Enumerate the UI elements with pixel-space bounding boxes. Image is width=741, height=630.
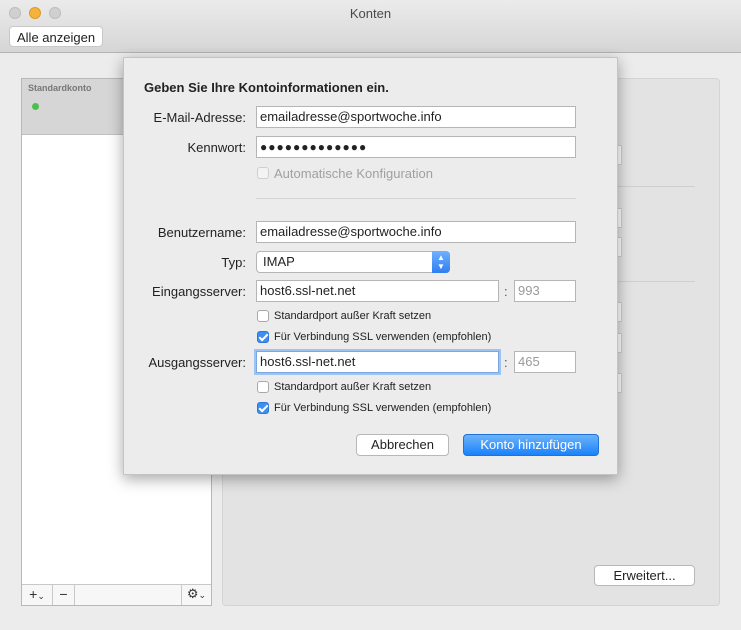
- incoming-port-field[interactable]: 993: [514, 280, 576, 302]
- action-menu-button[interactable]: ⚙⌄: [181, 585, 211, 605]
- outgoing-server-label: Ausgangsserver:: [148, 355, 246, 370]
- username-label: Benutzername:: [157, 225, 246, 240]
- divider: [618, 281, 695, 282]
- add-account-button[interactable]: +⌄: [22, 585, 53, 605]
- add-account-submit-button[interactable]: Konto hinzufügen: [463, 434, 599, 456]
- divider: [256, 198, 576, 199]
- outgoing-port-field[interactable]: 465: [514, 351, 576, 373]
- auto-config-label: Automatische Konfiguration: [274, 165, 433, 181]
- checkbox-icon: [257, 381, 269, 393]
- advanced-button[interactable]: Erweitert...: [594, 565, 695, 586]
- port-separator: :: [504, 284, 508, 299]
- username-field[interactable]: emailadresse@sportwoche.info: [256, 221, 576, 243]
- incoming-override-port-checkbox[interactable]: Standardport außer Kraft setzen: [257, 308, 431, 324]
- show-all-button[interactable]: Alle anzeigen: [9, 26, 104, 47]
- chevron-down-icon: ⌄: [37, 591, 45, 601]
- remove-account-button[interactable]: −: [53, 585, 75, 605]
- checkbox-icon: [257, 310, 269, 322]
- outgoing-server-field[interactable]: host6.ssl-net.net: [256, 351, 499, 373]
- sidebar-toolbar: +⌄ − ⚙⌄: [22, 584, 211, 605]
- sheet-heading: Geben Sie Ihre Kontoinformationen ein.: [144, 80, 389, 95]
- outgoing-override-port-label: Standardport außer Kraft setzen: [274, 381, 432, 393]
- auto-config-checkbox: Automatische Konfiguration: [257, 165, 433, 181]
- incoming-server-label: Eingangsserver:: [152, 284, 246, 299]
- updown-chevron-icon: ▲ ▼: [432, 251, 450, 273]
- minus-icon: −: [59, 586, 68, 602]
- password-field[interactable]: ●●●●●●●●●●●●●: [256, 136, 576, 158]
- port-separator: :: [504, 355, 508, 370]
- add-account-sheet: Geben Sie Ihre Kontoinformationen ein. E…: [123, 57, 618, 475]
- default-account-label: Standardkonto: [28, 83, 92, 93]
- email-label: E-Mail-Adresse:: [153, 110, 246, 125]
- chevron-down-icon: ⌄: [198, 590, 207, 600]
- type-value: IMAP: [263, 254, 295, 269]
- incoming-use-ssl-label: Für Verbindung SSL verwenden (empfohlen): [274, 331, 492, 343]
- email-field[interactable]: emailadresse@sportwoche.info: [256, 106, 576, 128]
- outgoing-use-ssl-checkbox[interactable]: Für Verbindung SSL verwenden (empfohlen): [257, 400, 491, 416]
- checkbox-icon: [257, 167, 269, 179]
- status-online-icon: [32, 103, 39, 110]
- incoming-server-field[interactable]: host6.ssl-net.net: [256, 280, 499, 302]
- gear-icon: ⚙: [186, 586, 199, 601]
- incoming-override-port-label: Standardport außer Kraft setzen: [274, 310, 432, 322]
- type-label: Typ:: [221, 255, 246, 270]
- divider: [618, 186, 695, 187]
- password-label: Kennwort:: [187, 140, 246, 155]
- window-title: Konten: [349, 6, 392, 21]
- accounts-window: Konten Alle anzeigen Standardkonto +⌄ − …: [0, 0, 741, 630]
- checkbox-checked-icon: [257, 331, 269, 343]
- incoming-use-ssl-checkbox[interactable]: Für Verbindung SSL verwenden (empfohlen): [257, 329, 491, 345]
- outgoing-use-ssl-label: Für Verbindung SSL verwenden (empfohlen): [274, 402, 492, 414]
- checkbox-checked-icon: [257, 402, 269, 414]
- title-bar: Konten Alle anzeigen: [0, 0, 741, 53]
- type-select[interactable]: IMAP ▲ ▼: [256, 251, 450, 273]
- outgoing-override-port-checkbox[interactable]: Standardport außer Kraft setzen: [257, 379, 431, 395]
- cancel-button[interactable]: Abbrechen: [356, 434, 449, 456]
